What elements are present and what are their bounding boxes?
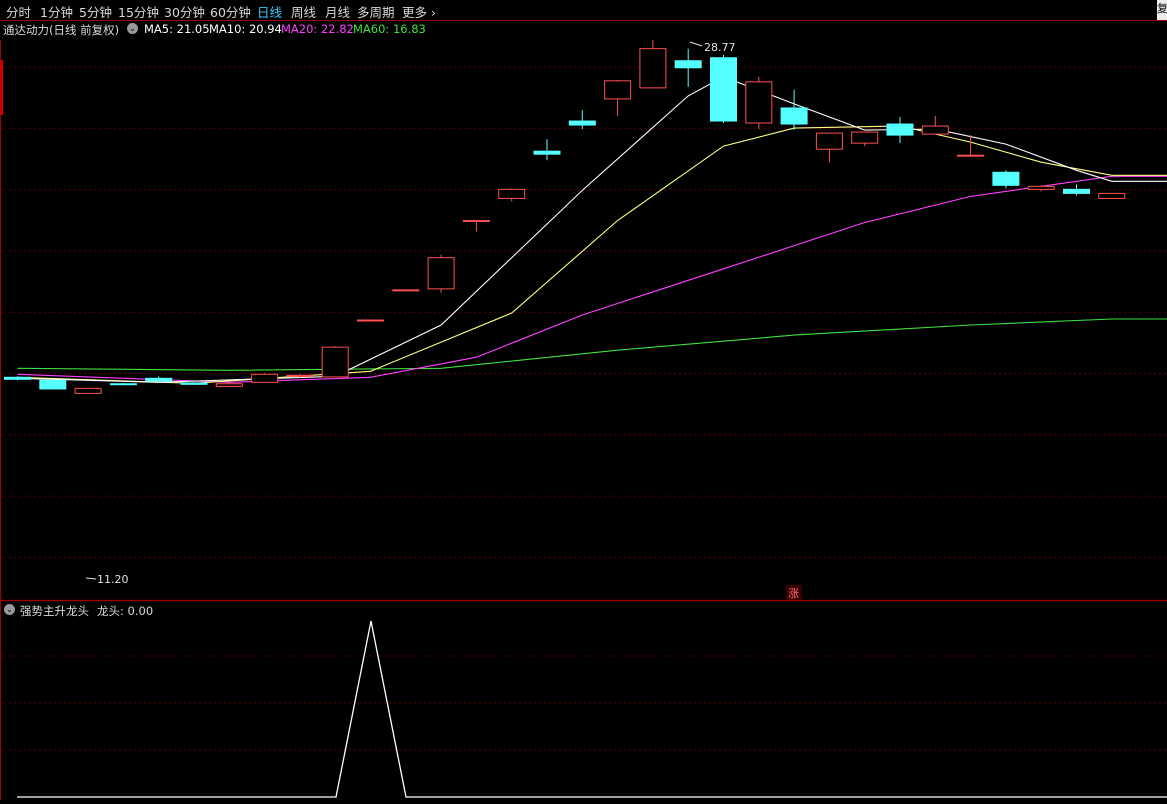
candle-down <box>992 171 1020 186</box>
left-accent <box>0 60 3 115</box>
candle-down <box>533 150 561 155</box>
ma60-line <box>17 318 1167 371</box>
candle-up <box>1027 185 1055 190</box>
candle-up <box>815 132 843 150</box>
candle-down <box>4 376 31 380</box>
candle-down <box>109 383 137 386</box>
candle-up <box>498 188 526 199</box>
candle-up <box>357 319 384 322</box>
low-label: 11.20 <box>97 573 129 586</box>
candle-up <box>921 125 949 135</box>
candle-up <box>604 80 632 100</box>
candle-up <box>851 131 879 144</box>
candle-up <box>74 387 102 394</box>
candle-up <box>745 81 773 124</box>
candle-up <box>321 346 349 378</box>
candle-up <box>286 374 314 377</box>
candle-up <box>639 48 667 89</box>
candle-up <box>392 289 420 292</box>
kline-chart[interactable]: 28.77 11.20 涨 <box>0 0 1167 804</box>
candle-up <box>427 257 455 290</box>
candle-down <box>780 107 808 125</box>
candle-up <box>1098 192 1126 199</box>
high-label: 28.77 <box>704 41 736 54</box>
candle-up <box>957 154 985 157</box>
candle-up <box>251 373 279 383</box>
candle-down <box>39 379 67 390</box>
up-marker: 涨 <box>788 587 799 600</box>
ma10-line <box>17 125 1167 384</box>
candle-up <box>462 220 490 223</box>
candle-down <box>1063 188 1090 194</box>
candle-down <box>145 377 173 382</box>
candle-down <box>180 382 208 385</box>
ma20-line <box>17 175 1167 383</box>
high-pointer <box>689 41 703 47</box>
candle-down <box>886 123 914 136</box>
candle-down <box>674 60 702 69</box>
low-pointer <box>85 577 97 580</box>
candle-down <box>710 57 737 122</box>
candle-down <box>568 120 596 126</box>
candle-up <box>215 383 243 387</box>
indicator-line <box>17 620 1167 798</box>
